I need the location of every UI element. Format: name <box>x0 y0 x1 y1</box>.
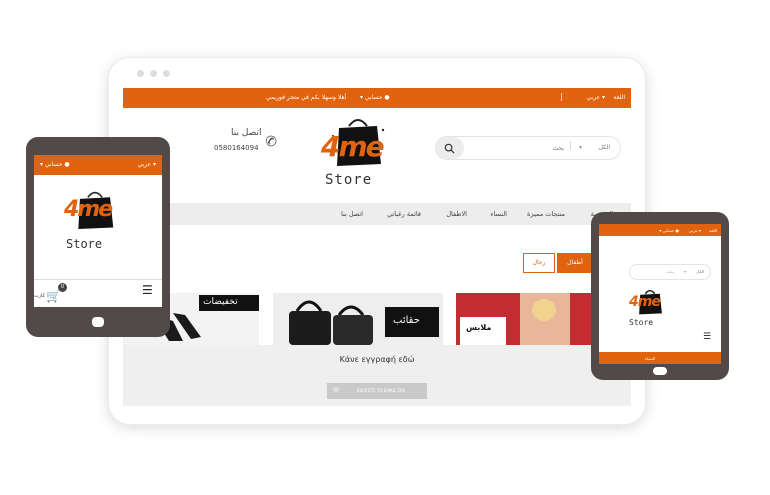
search-icon <box>444 143 455 154</box>
mail-icon: ✉ <box>333 386 339 394</box>
newsletter-placeholder: ΕΙΣΑΓΕΤΕ ΤΟ EMAIL ΣΑΣ <box>357 388 406 393</box>
nav-item-kids[interactable]: الاطفال <box>446 210 467 218</box>
contact-title: اتصل بنا <box>231 128 262 138</box>
contact-phone[interactable]: 0580164094 <box>214 144 259 152</box>
banner-label: ملابس <box>466 323 492 332</box>
logo-sub: Store <box>325 172 373 188</box>
home-button[interactable] <box>653 367 667 375</box>
search-category[interactable]: الكل <box>696 269 704 274</box>
search-category[interactable]: الكل <box>599 144 610 151</box>
search-input[interactable]: بحث <box>666 269 674 274</box>
logo-main: 4me <box>64 197 113 222</box>
main-nav: الرئيسية منتجات مميزة النساء الاطفال قائ… <box>123 203 631 225</box>
tab-kids[interactable]: أطفال <box>557 253 593 273</box>
main-content: أطفال رجال ملابس حقائب تخفيضات Κάνε εγγρ… <box>123 225 631 406</box>
top-bar: عربي ▾ ▾ حسابي ● <box>34 155 162 175</box>
hamburger-menu-icon[interactable]: ☰ <box>142 283 153 297</box>
language-label: اللغة <box>709 228 717 233</box>
logo-main: 4me <box>629 294 661 310</box>
language-select[interactable]: عربي ▾ <box>587 94 605 101</box>
top-bar: اللغة عربي ▾ ▾ حسابي ● <box>599 224 721 236</box>
search-input[interactable] <box>474 141 564 155</box>
nav-item-women[interactable]: النساء <box>645 356 655 361</box>
logo[interactable]: 4me Store <box>60 189 132 261</box>
divider: | <box>560 92 563 101</box>
newsletter-email-field[interactable]: ✉ ΕΙΣΑΓΕΤΕ ΤΟ EMAIL ΣΑΣ <box>327 383 427 399</box>
banner-bags[interactable]: حقائب <box>273 293 443 345</box>
logo-sub: Store <box>66 237 103 251</box>
model-hair <box>532 299 556 321</box>
account-menu[interactable]: ▾ حسابي ● <box>360 94 390 101</box>
desktop-browser-frame: اللغة عربي ▾ | أهلا وسهلا بكم في متجر فو… <box>108 57 646 425</box>
cart-icon[interactable]: 🛒 <box>46 289 61 303</box>
banner-label-box: ملابس <box>460 317 506 345</box>
language-label: اللغة <box>613 94 625 101</box>
banner-label-box: حقائب <box>385 307 439 337</box>
logo-sub: Store <box>629 318 654 327</box>
nav-item-women[interactable]: النساء <box>490 210 507 218</box>
chevron-down-icon: ▾ <box>578 144 582 151</box>
top-bar: اللغة عربي ▾ | أهلا وسهلا بكم في متجر فو… <box>123 88 631 108</box>
divider: | <box>568 141 572 151</box>
language-select[interactable]: عربي ▾ <box>138 161 156 168</box>
phone-icon: ✆ <box>263 132 279 152</box>
desktop-screen: اللغة عربي ▾ | أهلا وسهلا بكم في متجر فو… <box>123 88 631 406</box>
banner-label: تخفيضات <box>203 297 238 307</box>
home-button[interactable] <box>92 317 104 327</box>
search-button[interactable] <box>436 137 464 159</box>
mobile-nav-bar: النساء <box>599 352 721 364</box>
chevron-down-icon: ▾ <box>683 269 686 274</box>
logo[interactable]: 4me Store <box>627 288 671 332</box>
banner-label-box: تخفيضات <box>199 295 259 311</box>
nav-item-wishlist[interactable]: قائمة رغباتي <box>387 210 421 218</box>
hamburger-menu-icon[interactable]: ☰ <box>703 332 711 342</box>
handbags-image <box>289 300 373 345</box>
divider <box>34 279 162 280</box>
nav-item-featured[interactable]: منتجات مميزة <box>527 210 565 218</box>
logo[interactable]: 4me Store <box>319 116 397 192</box>
tab-men[interactable]: رجال <box>523 253 555 273</box>
account-menu[interactable]: ▾ حسابي ● <box>40 161 70 168</box>
search-bar: الكل ▾ | <box>435 136 621 160</box>
welcome-text: أهلا وسهلا بكم في متجر فوريمي <box>266 94 347 101</box>
tablet-right: اللغة عربي ▾ ▾ حسابي ● الكل ▾ بحث 4me St… <box>591 212 729 380</box>
banner-label: حقائب <box>393 315 420 326</box>
logo-main: 4me <box>321 130 385 163</box>
newsletter-title: Κάνε εγγραφή εδώ <box>339 355 415 364</box>
cart-label: كارت <box>34 293 46 299</box>
window-dot <box>163 70 170 77</box>
account-menu[interactable]: ▾ حسابي ● <box>659 228 679 233</box>
newsletter-section: Κάνε εγγραφή εδώ ✉ ΕΙΣΑΓΕΤΕ ΤΟ EMAIL ΣΑΣ <box>123 345 631 406</box>
cart-count-badge: 0 <box>58 283 67 292</box>
tablet-left-screen: عربي ▾ ▾ حسابي ● 4me Store ☰ 🛒 0 كارت <box>34 155 162 307</box>
window-dot <box>150 70 157 77</box>
tablet-left: عربي ▾ ▾ حسابي ● 4me Store ☰ 🛒 0 كارت <box>26 137 170 337</box>
banner-clothes[interactable]: ملابس <box>456 293 596 345</box>
language-select[interactable]: عربي ▾ <box>689 228 701 233</box>
nav-item-contact[interactable]: اتصل بنا <box>341 210 363 218</box>
header: الكل ▾ | 4me Store اتصل بنا 05 <box>123 108 631 203</box>
window-dot <box>137 70 144 77</box>
tablet-right-screen: اللغة عربي ▾ ▾ حسابي ● الكل ▾ بحث 4me St… <box>599 224 721 364</box>
search-bar: الكل ▾ بحث <box>629 264 711 280</box>
